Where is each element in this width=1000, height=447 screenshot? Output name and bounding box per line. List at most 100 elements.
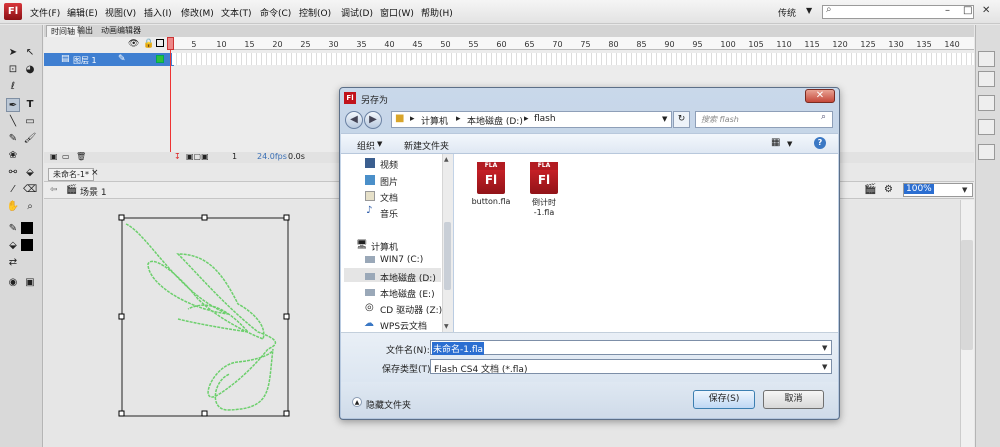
chevron-down-icon[interactable]: ▼ <box>787 140 792 148</box>
chevron-down-icon[interactable]: ▼ <box>822 344 827 352</box>
outline-icon[interactable] <box>156 39 164 47</box>
hand-tool-icon[interactable]: ✋ <box>6 200 20 214</box>
text-tool-icon[interactable]: T <box>23 98 37 112</box>
center-frame-icon[interactable]: ↧ <box>174 152 181 161</box>
free-transform-tool-icon[interactable]: ⊡ <box>6 63 20 77</box>
scroll-down-icon[interactable]: ▼ <box>444 323 449 330</box>
fill-color-swatch[interactable] <box>21 239 33 251</box>
nav-item-computer-label[interactable]: 计算机 <box>371 240 398 253</box>
view-options-icon[interactable]: ▦ <box>771 137 780 148</box>
frame-ruler[interactable] <box>168 37 974 50</box>
menu-view[interactable]: 视图(V) <box>105 6 136 19</box>
frame-rate[interactable]: 24.0fps <box>257 152 287 161</box>
close-tab-icon[interactable]: × <box>91 168 99 178</box>
stroke-color-swatch[interactable] <box>21 222 33 234</box>
smooth-icon[interactable]: ▣ <box>23 276 37 290</box>
nav-pane-scroll-thumb[interactable] <box>444 222 451 290</box>
lasso-tool-icon[interactable]: ℓ <box>6 80 20 94</box>
delete-layer-icon[interactable]: 🗑 <box>76 152 86 161</box>
dialog-close-button[interactable]: ✕ <box>805 89 835 103</box>
line-tool-icon[interactable]: ╲ <box>6 115 20 129</box>
eraser-tool-icon[interactable]: ⌫ <box>23 183 37 197</box>
fill-color-icon[interactable]: ⬙ <box>6 239 20 253</box>
eyedropper-tool-icon[interactable]: ⁄ <box>6 183 20 197</box>
color-icon[interactable] <box>978 95 995 111</box>
chevron-down-icon[interactable]: ▼ <box>962 186 967 194</box>
nav-item-drive-e[interactable]: 本地磁盘 (E:) <box>380 287 435 300</box>
frames-row[interactable] <box>172 53 974 65</box>
selected-shape[interactable] <box>118 214 292 418</box>
scrollbar-thumb[interactable] <box>961 240 973 350</box>
back-arrow-icon[interactable]: ⇦ <box>50 185 58 195</box>
breadcrumb-separator[interactable]: ▸ <box>456 114 461 124</box>
hide-folders-toggle[interactable]: 隐藏文件夹 <box>366 398 411 411</box>
minimize-button[interactable]: – <box>945 5 950 16</box>
edit-symbols-icon[interactable]: ⚙ <box>884 184 893 195</box>
breadcrumb-drive-d[interactable]: 本地磁盘 (D:) <box>467 114 523 127</box>
menu-help[interactable]: 帮助(H) <box>421 6 453 19</box>
filename-value[interactable]: 未命名-1.fla <box>432 342 485 355</box>
nav-item-videos[interactable]: 视频 <box>380 158 398 171</box>
tab-motion-editor[interactable]: 动画编辑器 <box>97 25 145 37</box>
menu-window[interactable]: 窗口(W) <box>380 6 414 19</box>
menu-debug[interactable]: 调试(D) <box>341 6 373 19</box>
lock-icon[interactable]: 🔒 <box>143 39 154 49</box>
paint-bucket-tool-icon[interactable]: ⬙ <box>23 166 37 180</box>
zoom-value[interactable]: 100% <box>904 184 934 194</box>
new-folder-button[interactable]: 新建文件夹 <box>404 139 449 152</box>
menu-commands[interactable]: 命令(C) <box>260 6 291 19</box>
save-button[interactable]: 保存(S) <box>693 390 755 409</box>
onion-skin-icon[interactable]: ▣▢▣ <box>186 152 209 161</box>
layer-outline-color-icon[interactable] <box>156 55 164 63</box>
chevron-down-icon[interactable]: ▼ <box>806 6 812 15</box>
organize-button[interactable]: 组织 <box>357 139 375 152</box>
swap-colors-icon[interactable]: ⇄ <box>6 256 20 270</box>
menu-control[interactable]: 控制(O) <box>299 6 331 19</box>
bone-tool-icon[interactable]: ⚯ <box>6 166 20 180</box>
stroke-color-icon[interactable]: ✎ <box>6 222 20 236</box>
close-button[interactable]: ✕ <box>982 5 990 16</box>
pen-tool-icon[interactable]: ✒ <box>6 98 20 112</box>
new-layer-icon[interactable]: ▣ <box>50 152 58 161</box>
maximize-button[interactable]: □ <box>963 5 972 16</box>
document-tab[interactable]: 未命名-1* <box>48 168 94 181</box>
nav-item-wps-cloud[interactable]: WPS云文档 <box>380 319 427 332</box>
nav-item-pictures[interactable]: 图片 <box>380 175 398 188</box>
workspace-switcher[interactable]: 传统 <box>778 6 796 19</box>
help-icon[interactable]: ? <box>814 137 826 149</box>
filename-input[interactable] <box>430 340 832 355</box>
info-icon[interactable] <box>978 144 995 160</box>
search-icon[interactable]: ⌕ <box>821 112 826 122</box>
eye-icon[interactable]: 👁 <box>128 39 139 49</box>
breadcrumb-separator[interactable]: ▸ <box>410 114 415 124</box>
breadcrumb-flash[interactable]: flash <box>534 114 556 124</box>
chevron-down-icon[interactable]: ▼ <box>377 140 382 148</box>
brush-tool-icon[interactable]: 🖌 <box>23 132 37 146</box>
subselection-tool-icon[interactable]: ↖ <box>23 46 37 60</box>
scene-label[interactable]: 场景 1 <box>80 185 107 198</box>
menu-edit[interactable]: 编辑(E) <box>67 6 98 19</box>
filetype-value[interactable]: Flash CS4 文档 (*.fla) <box>434 362 527 375</box>
back-button[interactable]: ◀ <box>345 111 363 129</box>
refresh-icon[interactable]: ↻ <box>673 111 690 128</box>
selection-tool-icon[interactable]: ➤ <box>6 46 20 60</box>
scroll-up-icon[interactable]: ▲ <box>444 156 449 163</box>
new-folder-icon[interactable]: ▭ <box>62 152 70 161</box>
menu-modify[interactable]: 修改(M) <box>181 6 214 19</box>
breadcrumb-separator[interactable]: ▸ <box>524 114 529 124</box>
cancel-button[interactable]: 取消 <box>763 390 824 409</box>
snap-icon[interactable]: ◉ <box>6 276 20 290</box>
pencil-tool-icon[interactable]: ✎ <box>6 132 20 146</box>
deco-tool-icon[interactable]: ❀ <box>6 149 20 163</box>
library-icon[interactable] <box>978 71 995 87</box>
help-search-input[interactable] <box>822 5 974 19</box>
layer-name[interactable]: 图层 1 <box>73 55 97 66</box>
chevron-down-icon[interactable]: ▼ <box>822 363 827 371</box>
file-name-button-fla[interactable]: button.fla <box>463 197 519 206</box>
nav-item-documents[interactable]: 文档 <box>380 191 398 204</box>
nav-item-drive-c[interactable]: WIN7 (C:) <box>380 255 423 265</box>
tab-output[interactable]: 输出 <box>73 25 97 37</box>
breadcrumb-computer[interactable]: 计算机 <box>421 114 448 127</box>
file-name-countdown-line2[interactable]: -1.fla <box>516 208 572 217</box>
fla-file-icon[interactable]: FLA Fl <box>477 162 505 194</box>
